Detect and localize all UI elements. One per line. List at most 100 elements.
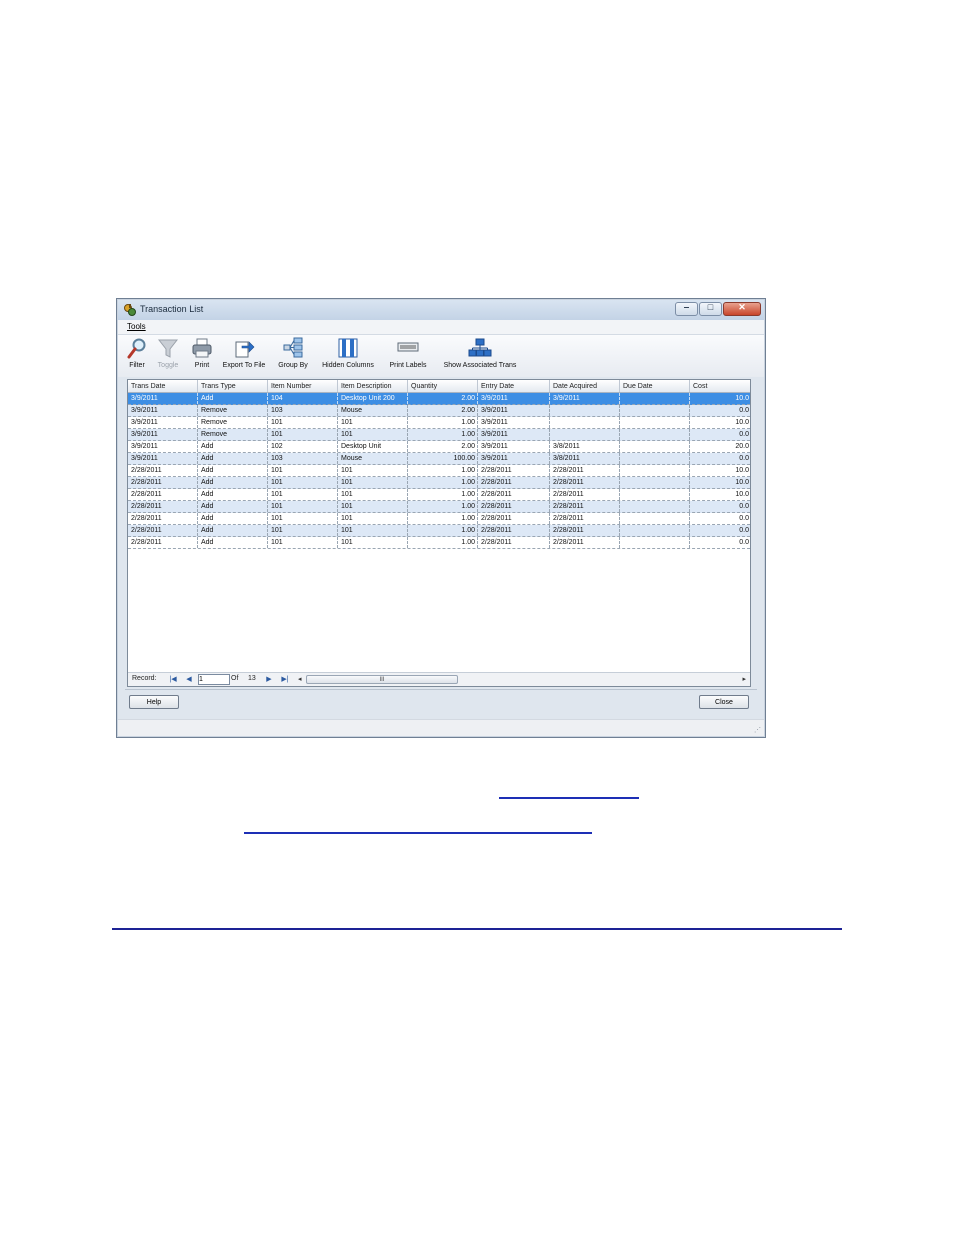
cell-date-acquired — [550, 405, 620, 416]
cell-item-number: 104 — [268, 393, 338, 404]
cell-item-number: 101 — [268, 513, 338, 524]
cell-trans-type: Add — [198, 453, 268, 464]
table-row[interactable]: 2/28/2011 Add 101 101 1.00 2/28/2011 2/28/2011… — [128, 501, 750, 513]
record-total: 13 — [248, 675, 256, 682]
table-row[interactable]: 2/28/2011 Add 101 101 1.00 2/28/2011 2/28/2011… — [128, 525, 750, 537]
cell-date-acquired — [550, 417, 620, 428]
next-record-icon[interactable]: ▶ — [264, 674, 274, 684]
cell-trans-date: 2/28/2011 — [128, 513, 198, 524]
cell-item-description: 101 — [338, 501, 408, 512]
filter-button[interactable]: Filter — [126, 337, 148, 369]
cell-trans-date: 2/28/2011 — [128, 489, 198, 500]
column-header-quantity[interactable]: Quantity — [408, 380, 478, 392]
column-header-item-number[interactable]: Item Number — [268, 380, 338, 392]
table-row[interactable]: 3/9/2011 Remove 101 101 1.00 3/9/2011 10.0 — [128, 417, 750, 429]
cell-trans-type: Add — [198, 525, 268, 536]
cell-trans-date: 2/28/2011 — [128, 537, 198, 548]
app-icon — [124, 304, 136, 316]
menu-tools[interactable]: Tools — [127, 322, 146, 331]
cell-due-date — [620, 465, 690, 476]
footer-divider — [125, 689, 757, 690]
cell-quantity: 1.00 — [408, 429, 478, 440]
minimize-button[interactable]: ‒ — [675, 302, 698, 316]
scroll-right-icon[interactable]: ▸ — [742, 675, 746, 683]
cell-quantity: 2.00 — [408, 441, 478, 452]
table-row[interactable]: 3/9/2011 Add 102 Desktop Unit 2.00 3/9/2011 3/… — [128, 441, 750, 453]
cell-item-description: 101 — [338, 537, 408, 548]
cell-due-date — [620, 489, 690, 500]
cell-entry-date: 2/28/2011 — [478, 489, 550, 500]
export-to-file-button[interactable]: Export To File — [219, 337, 269, 369]
export-icon — [235, 341, 255, 358]
cell-trans-type: Add — [198, 537, 268, 548]
close-button[interactable]: Close — [699, 695, 749, 709]
cell-due-date — [620, 405, 690, 416]
column-header-due-date[interactable]: Due Date — [620, 380, 690, 392]
transaction-grid: Trans Date Trans Type Item Number Item Desc… — [127, 379, 751, 687]
table-row[interactable]: 2/28/2011 Add 101 101 1.00 2/28/2011 2/28/2011… — [128, 537, 750, 549]
cell-item-number: 101 — [268, 417, 338, 428]
cell-trans-type: Add — [198, 489, 268, 500]
cell-entry-date: 3/9/2011 — [478, 441, 550, 452]
horizontal-rule — [112, 928, 842, 930]
column-header-entry-date[interactable]: Entry Date — [478, 380, 550, 392]
cell-date-acquired: 3/9/2011 — [550, 393, 620, 404]
hidden-columns-button[interactable]: Hidden Columns — [320, 337, 376, 369]
last-record-icon[interactable]: ▶| — [280, 674, 290, 684]
cell-quantity: 1.00 — [408, 477, 478, 488]
close-icon: ✕ — [738, 302, 746, 312]
cell-item-description: 101 — [338, 417, 408, 428]
cell-trans-type: Add — [198, 393, 268, 404]
show-associated-trans-button[interactable]: Show Associated Trans — [438, 337, 522, 369]
scroll-left-icon[interactable]: ◂ — [298, 675, 302, 683]
column-header-cost[interactable]: Cost — [690, 380, 750, 392]
cell-quantity: 1.00 — [408, 465, 478, 476]
minimize-icon: ‒ — [683, 302, 689, 312]
cell-date-acquired: 2/28/2011 — [550, 465, 620, 476]
table-row[interactable]: 2/28/2011 Add 101 101 1.00 2/28/2011 2/28/2011… — [128, 489, 750, 501]
transaction-list-window: Transaction List ‒ □ ✕ Tools Filter Togg… — [116, 298, 766, 738]
resize-grip-icon[interactable]: ⋰ — [754, 726, 761, 734]
group-by-button[interactable]: Group By — [276, 337, 310, 369]
print-labels-button[interactable]: Print Labels — [386, 337, 430, 369]
toolbar: Filter Toggle Print Export To File Group… — [118, 335, 764, 377]
table-row[interactable]: 3/9/2011 Remove 101 101 1.00 3/9/2011 0.0 — [128, 429, 750, 441]
print-button[interactable]: Print — [190, 337, 214, 369]
maximize-button[interactable]: □ — [699, 302, 722, 316]
horizontal-scrollbar[interactable]: III — [306, 675, 746, 684]
table-row[interactable]: 3/9/2011 Add 104 Desktop Unit 200 2.00 3/9/20… — [128, 393, 750, 405]
cell-item-number: 101 — [268, 429, 338, 440]
help-button[interactable]: Help — [129, 695, 179, 709]
column-header-trans-type[interactable]: Trans Type — [198, 380, 268, 392]
cell-entry-date: 2/28/2011 — [478, 465, 550, 476]
title-bar[interactable]: Transaction List ‒ □ ✕ — [118, 300, 764, 320]
cell-entry-date: 3/9/2011 — [478, 417, 550, 428]
table-row[interactable]: 3/9/2011 Remove 103 Mouse 2.00 3/9/2011 0.0 — [128, 405, 750, 417]
current-record-input[interactable] — [198, 674, 230, 685]
hierarchy-icon — [468, 338, 492, 357]
cell-item-description: 101 — [338, 513, 408, 524]
cell-trans-type: Add — [198, 513, 268, 524]
cell-trans-type: Remove — [198, 417, 268, 428]
column-header-item-description[interactable]: Item Description — [338, 380, 408, 392]
column-header-date-acquired[interactable]: Date Acquired — [550, 380, 620, 392]
cell-cost: 10.0 — [690, 417, 750, 428]
magnifier-icon — [127, 338, 146, 359]
table-row[interactable]: 2/28/2011 Add 101 101 1.00 2/28/2011 2/28/2011… — [128, 465, 750, 477]
previous-record-icon[interactable]: ◀ — [184, 674, 194, 684]
table-row[interactable]: 3/9/2011 Add 103 Mouse 100.00 3/9/2011 3/8/201… — [128, 453, 750, 465]
hyperlink-underline[interactable] — [499, 783, 639, 799]
scroll-thumb[interactable]: III — [306, 675, 458, 684]
table-row[interactable]: 2/28/2011 Add 101 101 1.00 2/28/2011 2/28/2011… — [128, 477, 750, 489]
column-header-trans-date[interactable]: Trans Date — [128, 380, 198, 392]
cell-date-acquired: 2/28/2011 — [550, 501, 620, 512]
cell-trans-date: 3/9/2011 — [128, 429, 198, 440]
table-row[interactable]: 2/28/2011 Add 101 101 1.00 2/28/2011 2/28/2011… — [128, 513, 750, 525]
cell-trans-date: 2/28/2011 — [128, 501, 198, 512]
group-by-icon — [283, 337, 303, 358]
close-window-button[interactable]: ✕ — [723, 302, 761, 316]
first-record-icon[interactable]: |◀ — [168, 674, 178, 684]
hyperlink-underline[interactable] — [244, 818, 592, 834]
toggle-button[interactable]: Toggle — [154, 337, 182, 369]
cell-entry-date: 2/28/2011 — [478, 477, 550, 488]
